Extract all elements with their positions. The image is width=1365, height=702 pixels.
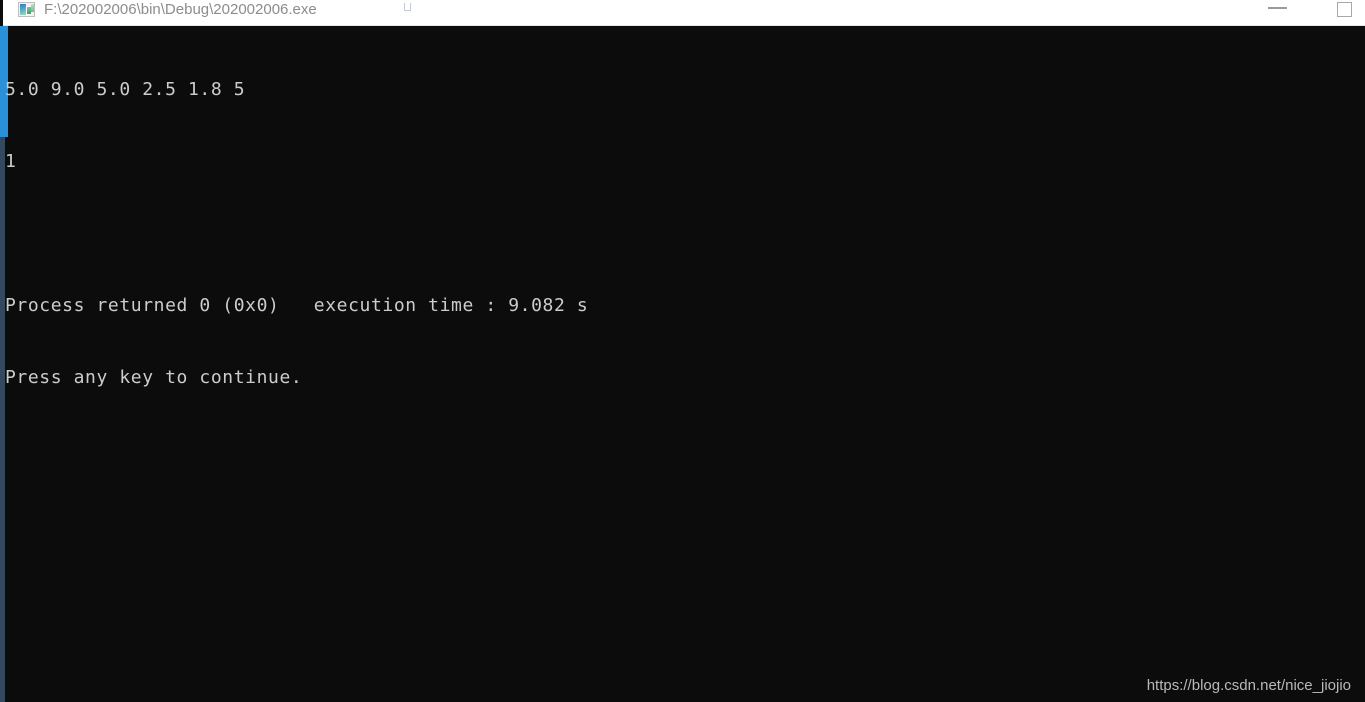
app-icon-part-right bbox=[31, 4, 34, 12]
watermark-text: https://blog.csdn.net/nice_jiojio bbox=[1146, 677, 1351, 694]
window-titlebar[interactable]: F:\202002006\bin\Debug\202002006.exe bbox=[0, 0, 1365, 26]
maximize-icon bbox=[1337, 2, 1352, 17]
console-line-prompt: Press any key to continue. bbox=[5, 367, 303, 388]
console-line-return-status: Process returned 0 (0x0) execution time … bbox=[5, 295, 589, 316]
console-output-area[interactable]: 5.0 9.0 5.0 2.5 1.8 5 1 Process returned… bbox=[0, 26, 1365, 702]
console-window: F:\202002006\bin\Debug\202002006.exe 5.0… bbox=[0, 0, 1365, 702]
console-line: 5.0 9.0 5.0 2.5 1.8 5 bbox=[5, 79, 246, 100]
console-line: 1 bbox=[5, 151, 17, 172]
minimize-icon bbox=[1268, 7, 1287, 9]
console-text: 5.0 9.0 5.0 2.5 1.8 5 1 Process returned… bbox=[5, 30, 1360, 438]
minimize-button[interactable] bbox=[1260, 0, 1306, 26]
console-app-icon bbox=[18, 2, 35, 17]
console-line-blank bbox=[5, 222, 1360, 246]
titlebar-left-edge bbox=[0, 0, 3, 26]
window-title: F:\202002006\bin\Debug\202002006.exe bbox=[44, 1, 317, 18]
maximize-button[interactable] bbox=[1329, 0, 1365, 26]
titlebar-artifact bbox=[404, 3, 411, 11]
